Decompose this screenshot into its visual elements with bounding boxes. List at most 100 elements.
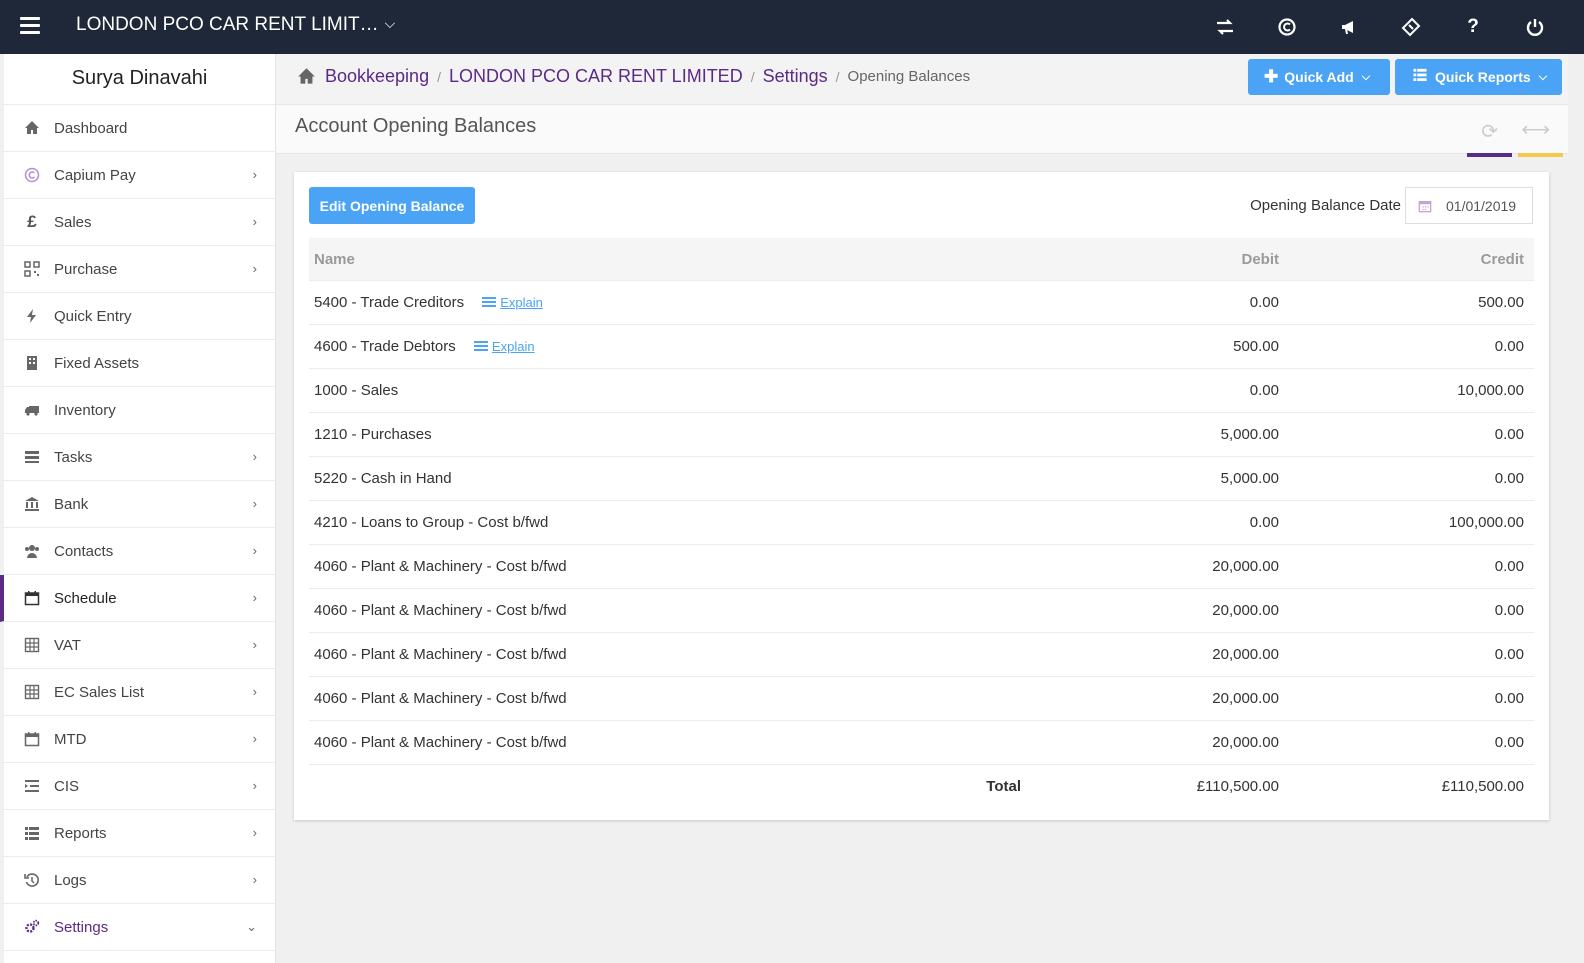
- breadcrumb-separator: /: [835, 68, 840, 85]
- quick-add-label: Quick Add: [1284, 69, 1354, 85]
- sidebar-item-contacts[interactable]: Contacts ›: [4, 528, 275, 575]
- sidebar-item-capium-pay[interactable]: Capium Pay ›: [4, 152, 275, 199]
- account-name: 1210 - Purchases: [309, 412, 1039, 457]
- credit-cell: 100,000.00: [1282, 500, 1534, 545]
- edit-opening-balance-button[interactable]: Edit Opening Balance: [309, 187, 475, 224]
- account-name: 5220 - Cash in Hand: [309, 456, 1039, 501]
- table-row: 4060 - Plant & Machinery - Cost b/fwd 20…: [309, 632, 1534, 677]
- explain-link[interactable]: Explain: [473, 339, 535, 354]
- chevron-right-icon: ›: [252, 590, 257, 605]
- opening-balances-table: Name Debit Credit 5400 - Trade Creditors…: [309, 238, 1534, 808]
- table-row: 4060 - Plant & Machinery - Cost b/fwd 20…: [309, 676, 1534, 721]
- home-icon[interactable]: [296, 67, 317, 86]
- tasks-icon: [22, 449, 42, 465]
- truck-icon: [22, 402, 42, 418]
- debit-cell: 0.00: [1039, 368, 1282, 413]
- sidebar-item-fixed-assets[interactable]: Fixed Assets: [4, 340, 275, 387]
- users-icon: [22, 543, 42, 559]
- menu-toggle-icon[interactable]: [20, 17, 40, 35]
- account-cell: 4600 - Trade Debtors Explain: [309, 324, 1039, 369]
- sidebar-item-label: Quick Entry: [54, 307, 132, 325]
- calendar-icon: [1410, 199, 1440, 213]
- sidebar-item-label: VAT: [54, 636, 81, 654]
- column-header-name: Name: [309, 238, 1039, 281]
- pound-icon: £: [27, 212, 37, 231]
- power-icon[interactable]: [1504, 0, 1566, 54]
- qrcode-icon: [22, 261, 42, 277]
- credit-cell: 0.00: [1282, 632, 1534, 677]
- credit-cell: 0.00: [1282, 324, 1534, 369]
- list-icon: [1411, 67, 1429, 87]
- sidebar-item-label: Sales: [54, 213, 92, 231]
- table-header-row: Name Debit Credit: [309, 238, 1534, 281]
- chevron-right-icon: ›: [252, 637, 257, 652]
- sidebar: Surya Dinavahi Dashboard Capium Pay › £ …: [0, 54, 276, 963]
- table-row: 4600 - Trade Debtors Explain 500.00 0.00: [309, 324, 1534, 369]
- quick-add-button[interactable]: ✚ Quick Add ⌵: [1248, 59, 1390, 95]
- sidebar-item-sales[interactable]: £ Sales ›: [4, 199, 275, 246]
- announcement-icon[interactable]: [1318, 0, 1380, 54]
- chevron-down-icon: ⌵: [1538, 70, 1548, 83]
- sidebar-item-label: Contacts: [54, 542, 114, 560]
- ticket-icon[interactable]: [1380, 0, 1442, 54]
- sidebar-item-bank[interactable]: Bank ›: [4, 481, 275, 528]
- sidebar-item-dashboard[interactable]: Dashboard: [4, 105, 275, 152]
- table-row: 4060 - Plant & Machinery - Cost b/fwd 20…: [309, 720, 1534, 765]
- breadcrumb-company[interactable]: LONDON PCO CAR RENT LIMITED: [449, 66, 743, 87]
- total-debit: £110,500.00: [1039, 764, 1282, 808]
- chevron-right-icon: ›: [252, 449, 257, 464]
- list-icon: [22, 825, 42, 841]
- capium-icon[interactable]: [1256, 0, 1318, 54]
- sidebar-item-mtd[interactable]: MTD ›: [4, 716, 275, 763]
- breadcrumb-settings[interactable]: Settings: [763, 66, 828, 87]
- sidebar-item-ec-sales-list[interactable]: EC Sales List ›: [4, 669, 275, 716]
- account-name: 4060 - Plant & Machinery - Cost b/fwd: [309, 544, 1039, 589]
- sidebar-item-schedule[interactable]: Schedule ›: [0, 575, 275, 622]
- expand-icon[interactable]: ⟷: [1521, 117, 1550, 142]
- calculator-icon: [22, 684, 42, 700]
- credit-cell: 10,000.00: [1282, 368, 1534, 413]
- debit-cell: 20,000.00: [1039, 676, 1282, 721]
- sidebar-item-purchase[interactable]: Purchase ›: [4, 246, 275, 293]
- debit-cell: 20,000.00: [1039, 544, 1282, 589]
- total-label: Total: [309, 764, 1039, 808]
- debit-cell: 20,000.00: [1039, 588, 1282, 633]
- cogs-icon: [22, 919, 42, 935]
- sidebar-item-label: Capium Pay: [54, 166, 136, 184]
- sidebar-item-label: CIS: [54, 777, 80, 795]
- table-row: 1210 - Purchases 5,000.00 0.00: [309, 412, 1534, 457]
- sidebar-item-reports[interactable]: Reports ›: [4, 810, 275, 857]
- chevron-down-icon: ⌵: [384, 15, 396, 31]
- home-icon: [22, 120, 42, 136]
- chevron-right-icon: ›: [252, 214, 257, 229]
- bank-icon: [22, 496, 42, 512]
- quick-reports-label: Quick Reports: [1435, 69, 1531, 85]
- sidebar-item-cis[interactable]: CIS ›: [4, 763, 275, 810]
- switch-icon[interactable]: [1194, 0, 1256, 54]
- sidebar-item-logs[interactable]: Logs ›: [4, 857, 275, 904]
- total-row: Total £110,500.00 £110,500.00: [309, 764, 1534, 808]
- account-name: 1000 - Sales: [309, 368, 1039, 413]
- total-credit: £110,500.00: [1282, 764, 1534, 808]
- plus-icon: ✚: [1264, 67, 1279, 86]
- capium-pay-icon: [22, 167, 42, 183]
- sidebar-item-tasks[interactable]: Tasks ›: [4, 434, 275, 481]
- debit-cell: 20,000.00: [1039, 720, 1282, 765]
- sidebar-item-vat[interactable]: VAT ›: [4, 622, 275, 669]
- opening-balance-date-field[interactable]: 01/01/2019: [1405, 187, 1533, 224]
- explain-link[interactable]: Explain: [482, 295, 543, 310]
- sidebar-item-quick-entry[interactable]: Quick Entry: [4, 293, 275, 340]
- sidebar-item-label: Settings: [54, 918, 109, 936]
- quick-reports-button[interactable]: Quick Reports ⌵: [1395, 59, 1562, 95]
- refresh-icon[interactable]: ⟳: [1481, 119, 1498, 144]
- help-icon[interactable]: ?: [1442, 0, 1504, 54]
- explain-icon: [482, 297, 497, 307]
- company-selector[interactable]: LONDON PCO CAR RENT LIMIT… ⌵: [76, 14, 395, 36]
- sidebar-item-inventory[interactable]: Inventory: [4, 387, 275, 434]
- account-name: 4060 - Plant & Machinery - Cost b/fwd: [309, 676, 1039, 721]
- breadcrumb-bookkeeping[interactable]: Bookkeeping: [325, 66, 429, 87]
- opening-balance-date-value: 01/01/2019: [1446, 197, 1517, 214]
- calendar-icon: [22, 731, 42, 747]
- credit-cell: 0.00: [1282, 544, 1534, 589]
- sidebar-item-settings[interactable]: Settings ⌄: [4, 904, 275, 951]
